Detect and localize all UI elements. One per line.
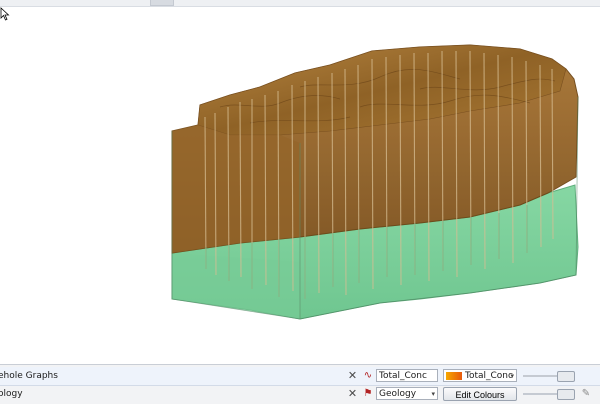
top-toolbar: [0, 0, 600, 7]
transparency-slider[interactable]: [523, 389, 575, 400]
column-select[interactable]: Total_Conc: [376, 369, 438, 382]
shape-row-label: ehole Graphs: [0, 371, 58, 381]
chevron-down-icon: ▾: [431, 390, 435, 398]
transparency-slider[interactable]: [523, 371, 575, 382]
column-select-value: Geology: [379, 389, 417, 399]
toolbar-tab[interactable]: [150, 0, 174, 6]
edit-colours-button[interactable]: Edit Colours: [443, 387, 517, 401]
colour-select-value: Total_Conc: [465, 371, 513, 381]
column-select-value: Total_Conc: [379, 371, 427, 381]
mouse-cursor-icon: [0, 7, 10, 21]
slider-thumb[interactable]: [557, 371, 575, 382]
paint-icon[interactable]: ✎: [580, 388, 592, 400]
slider-thumb[interactable]: [557, 389, 575, 400]
3d-scene-viewport[interactable]: [0, 7, 600, 360]
x-icon[interactable]: ✕: [347, 370, 358, 381]
chevron-down-icon: ▾: [510, 372, 514, 380]
colour-select[interactable]: Total_Conc ▾: [443, 369, 517, 382]
upper-unit-front-face: [172, 125, 300, 253]
geological-model-svg: [171, 44, 579, 320]
column-select[interactable]: Geology ▾: [376, 387, 438, 400]
shape-row-label: ology: [0, 389, 23, 399]
shape-list-panel: ehole Graphs ✕ ∿ Total_Conc Total_Conc ▾…: [0, 364, 600, 404]
colour-gradient-swatch: [446, 372, 462, 380]
category-icon: ⚑: [363, 388, 373, 399]
shape-row-borehole-graphs[interactable]: ehole Graphs ✕ ∿ Total_Conc Total_Conc ▾: [0, 367, 600, 386]
graph-icon: ∿: [363, 370, 373, 381]
shape-row-geology[interactable]: ology ✕ ⚑ Geology ▾ Edit Colours ✎: [0, 385, 600, 403]
x-icon[interactable]: ✕: [347, 388, 358, 399]
